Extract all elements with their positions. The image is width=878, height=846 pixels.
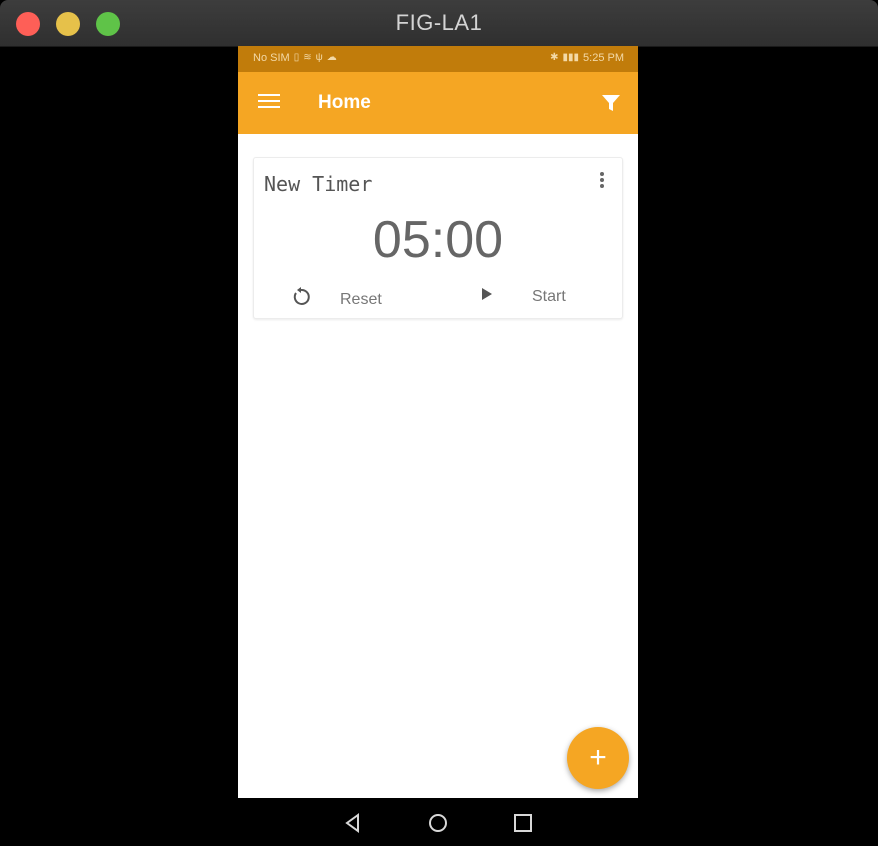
reset-label: Reset	[340, 290, 382, 308]
bluetooth-icon: ✱	[550, 52, 559, 63]
play-icon	[480, 286, 494, 307]
more-options-icon[interactable]	[598, 172, 606, 192]
add-timer-button[interactable]: +	[567, 727, 629, 789]
window-titlebar: FIG-LA1	[0, 0, 878, 47]
wifi-off-icon: ≋	[303, 52, 312, 63]
status-bar: No SIM ▯ ≋ ψ ☁ ✱ ▮▮▮ 5:25 PM	[238, 46, 638, 72]
usb-icon: ψ	[315, 52, 323, 63]
back-icon[interactable]	[342, 812, 364, 834]
filter-icon[interactable]	[600, 92, 622, 114]
battery-icon: ▮▮▮	[562, 52, 580, 63]
carrier-text: No SIM	[253, 52, 290, 64]
timer-name: New Timer	[264, 172, 373, 196]
status-right: ✱ ▮▮▮ 5:25 PM	[550, 52, 624, 64]
timer-display: 05:00	[372, 211, 504, 269]
recents-icon[interactable]	[512, 812, 534, 834]
emulator-window: FIG-LA1 No SIM ▯ ≋ ψ ☁ ✱ ▮▮▮ 5:25 PM Hom…	[0, 0, 878, 846]
sd-card-icon: ▯	[293, 52, 300, 63]
phone-screen: No SIM ▯ ≋ ψ ☁ ✱ ▮▮▮ 5:25 PM Home New Ti…	[238, 46, 638, 798]
status-left: No SIM ▯ ≋ ψ ☁	[253, 52, 337, 64]
start-label: Start	[532, 287, 566, 305]
start-button[interactable]: Start	[480, 286, 566, 307]
timer-card[interactable]: New Timer 05:00 Reset Start	[253, 157, 623, 319]
reset-icon	[290, 286, 312, 313]
reset-button[interactable]: Reset	[290, 286, 382, 313]
window-title: FIG-LA1	[395, 10, 483, 35]
android-nav-bar	[238, 798, 638, 846]
page-title: Home	[318, 92, 371, 113]
cloud-icon: ☁	[326, 52, 337, 63]
status-time: 5:25 PM	[583, 52, 624, 64]
home-circle-icon[interactable]	[427, 812, 449, 834]
menu-icon[interactable]	[258, 94, 280, 110]
app-bar: Home	[238, 72, 638, 134]
